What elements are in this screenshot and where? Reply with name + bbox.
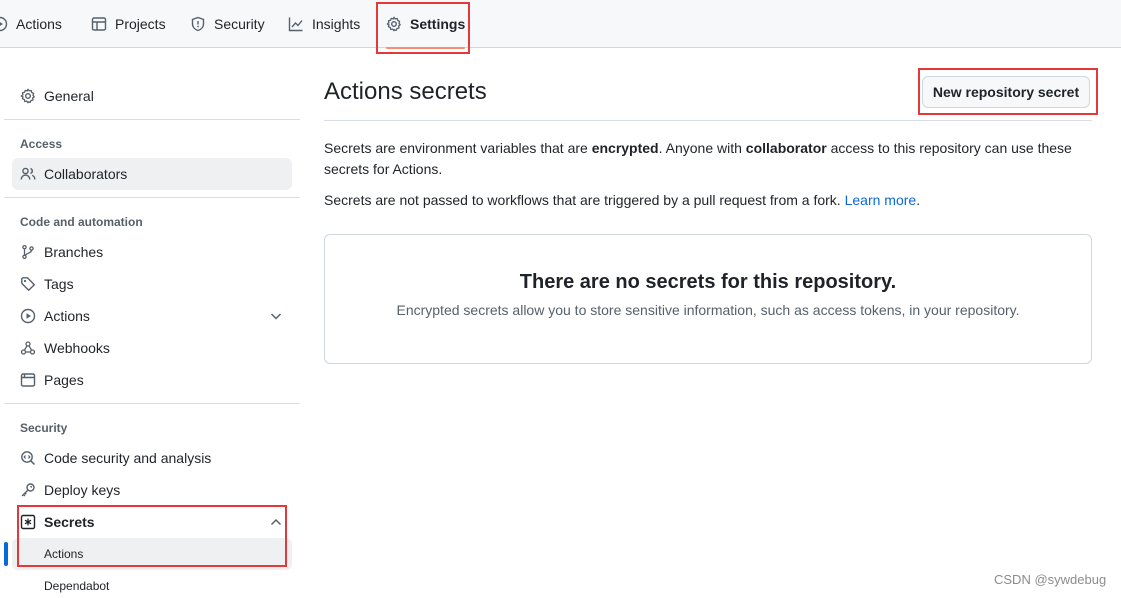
learn-more-link[interactable]: Learn more [845, 192, 917, 208]
empty-state: There are no secrets for this repository… [324, 234, 1092, 364]
table-icon [91, 17, 107, 31]
title-divider [324, 120, 1092, 121]
sidebar-item-code-security[interactable]: Code security and analysis [12, 442, 292, 474]
sidebar-divider [4, 403, 300, 404]
tab-security[interactable]: Security [190, 0, 265, 48]
tab-projects-label: Projects [115, 16, 166, 32]
branch-icon [22, 244, 34, 260]
tab-insights[interactable]: Insights [288, 0, 360, 48]
gear-icon [20, 88, 35, 104]
sidebar-item-pages[interactable]: Pages [12, 364, 292, 396]
chevron-up-icon[interactable] [268, 514, 284, 530]
tab-settings[interactable]: Settings [386, 0, 466, 49]
tab-actions-label: Actions [16, 16, 62, 32]
sidebar-heading-access: Access [20, 137, 63, 151]
graph-icon [288, 17, 303, 32]
repo-nav: Actions Projects Security Insights Setti… [0, 0, 1121, 49]
new-repository-secret-button[interactable]: New repository secret [922, 76, 1090, 108]
tab-security-label: Security [214, 16, 265, 32]
sidebar-subitem-actions[interactable]: Actions [12, 538, 292, 570]
tab-projects[interactable]: Projects [91, 0, 166, 48]
sidebar-item-tags[interactable]: Tags [12, 268, 292, 300]
shield-icon [191, 16, 205, 32]
sidebar-divider [4, 119, 300, 120]
tag-icon [21, 277, 35, 291]
sidebar-item-general[interactable]: General [12, 80, 292, 112]
browser-icon [20, 373, 36, 387]
sidebar-heading-code-automation: Code and automation [20, 215, 143, 229]
fork-note: Secrets are not passed to workflows that… [324, 192, 921, 208]
sidebar-item-label: Dependabot [44, 579, 110, 593]
sidebar-item-label: Collaborators [44, 166, 128, 182]
key-icon [21, 483, 35, 497]
empty-state-description: Encrypted secrets allow you to store sen… [396, 302, 1020, 318]
sidebar-item-label: Pages [44, 372, 84, 388]
webhook-icon [20, 341, 36, 355]
tab-settings-label: Settings [410, 16, 466, 32]
sidebar-item-label: Secrets [44, 514, 95, 530]
asterisk-icon [20, 514, 36, 530]
sidebar-item-actions[interactable]: Actions [12, 300, 292, 332]
sidebar-item-label: Tags [44, 276, 74, 292]
tab-actions[interactable]: Actions [0, 0, 62, 48]
play-icon [0, 16, 8, 32]
codescan-icon [21, 451, 36, 466]
sidebar-item-label: Webhooks [44, 340, 110, 356]
sidebar-item-label: Actions [44, 308, 90, 324]
tab-insights-label: Insights [312, 16, 361, 32]
sidebar-item-label: General [44, 88, 94, 104]
sidebar-divider [4, 197, 300, 198]
sidebar-item-label: Actions [44, 547, 84, 561]
sidebar-subitem-dependabot[interactable]: Dependabot [12, 570, 292, 598]
sidebar-item-deploy-keys[interactable]: Deploy keys [12, 474, 292, 506]
sidebar-item-webhooks[interactable]: Webhooks [12, 332, 292, 364]
people-icon [20, 167, 36, 180]
empty-state-title: There are no secrets for this repository… [519, 271, 897, 293]
sidebar-item-secrets[interactable]: Secrets [12, 506, 292, 538]
page-title: Actions secrets [324, 78, 487, 105]
sidebar-item-branches[interactable]: Branches [12, 236, 292, 268]
secrets-description: Secrets are environment variables that a… [324, 140, 1072, 177]
sidebar-item-label: Code security and analysis [44, 450, 212, 466]
sidebar-item-label: Deploy keys [44, 482, 121, 498]
chevron-down-icon[interactable] [268, 308, 284, 324]
watermark: CSDN @sywdebug [994, 572, 1107, 587]
gear-icon [386, 16, 401, 32]
sidebar-item-collaborators[interactable]: Collaborators [12, 158, 292, 190]
active-indicator [4, 542, 8, 566]
sidebar-heading-security: Security [20, 421, 68, 435]
sidebar-item-label: Branches [44, 244, 104, 260]
play-icon [20, 308, 36, 324]
